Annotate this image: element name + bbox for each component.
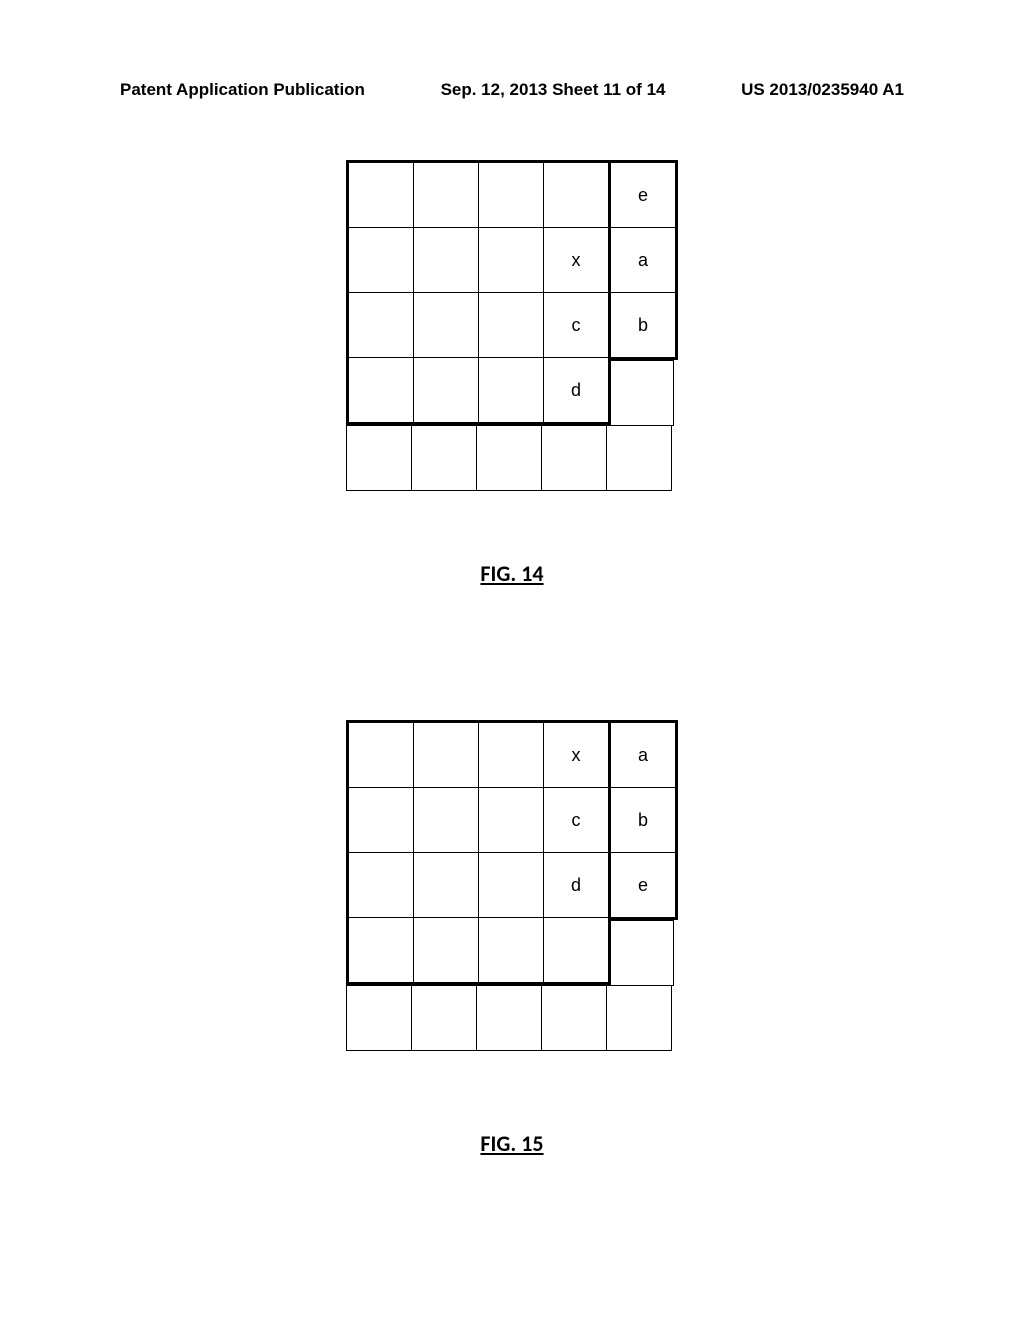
grid-cell xyxy=(479,853,544,918)
table-row: c xyxy=(348,293,610,358)
header-left: Patent Application Publication xyxy=(120,80,365,100)
header-right: US 2013/0235940 A1 xyxy=(741,80,904,100)
grid-cell xyxy=(412,426,477,491)
grid-cell: x xyxy=(544,722,610,788)
table-row: a xyxy=(610,722,677,788)
grid-cell xyxy=(414,228,479,293)
figure-15-right-extra xyxy=(608,920,674,986)
figure-15-right-grid: a b e xyxy=(608,720,678,920)
figure-15-label: FIG. 15 xyxy=(480,1130,543,1157)
grid-cell xyxy=(479,722,544,788)
table-row xyxy=(347,426,672,491)
figure-15: x c d xyxy=(346,720,678,1051)
grid-cell xyxy=(542,986,607,1051)
grid-cell xyxy=(348,918,414,984)
figure-14-right-block: e a b xyxy=(608,160,678,426)
table-row xyxy=(609,361,674,426)
figure-14-grid-wrapper: x c d e xyxy=(346,160,678,426)
table-row: b xyxy=(610,293,677,359)
grid-cell xyxy=(414,162,479,228)
table-row: e xyxy=(610,162,677,228)
table-row: d xyxy=(348,358,610,424)
grid-cell xyxy=(348,293,414,358)
grid-cell: d xyxy=(544,358,610,424)
figure-15-grid-wrapper: x c d xyxy=(346,720,678,986)
figure-15-bottom-row xyxy=(346,985,672,1051)
grid-cell xyxy=(609,361,674,426)
grid-cell xyxy=(479,788,544,853)
grid-cell xyxy=(477,986,542,1051)
figure-14-right-extra xyxy=(608,360,674,426)
table-row: c xyxy=(348,788,610,853)
grid-cell xyxy=(479,293,544,358)
header-center: Sep. 12, 2013 Sheet 11 of 14 xyxy=(441,80,666,100)
figure-14-left-block: x c d xyxy=(346,160,611,425)
grid-cell xyxy=(544,162,610,228)
grid-cell xyxy=(348,228,414,293)
grid-cell xyxy=(609,921,674,986)
grid-cell: a xyxy=(610,228,677,293)
figure-15-right-block: a b e xyxy=(608,720,678,986)
grid-cell xyxy=(348,162,414,228)
grid-cell: b xyxy=(610,788,677,853)
grid-cell xyxy=(479,358,544,424)
grid-cell xyxy=(479,228,544,293)
grid-cell xyxy=(348,358,414,424)
grid-cell: d xyxy=(544,853,610,918)
grid-cell xyxy=(348,853,414,918)
table-row: e xyxy=(610,853,677,919)
table-row xyxy=(347,986,672,1051)
grid-cell xyxy=(544,918,610,984)
grid-cell: x xyxy=(544,228,610,293)
grid-cell: e xyxy=(610,162,677,228)
grid-cell xyxy=(412,986,477,1051)
table-row: d xyxy=(348,853,610,918)
grid-cell xyxy=(479,918,544,984)
grid-cell xyxy=(414,722,479,788)
grid-cell xyxy=(347,426,412,491)
figure-14-bottom-row xyxy=(346,425,672,491)
grid-cell xyxy=(477,426,542,491)
table-row xyxy=(609,921,674,986)
grid-cell xyxy=(607,986,672,1051)
grid-cell xyxy=(607,426,672,491)
page-header: Patent Application Publication Sep. 12, … xyxy=(0,80,1024,100)
figure-14-label: FIG. 14 xyxy=(480,560,543,587)
grid-cell: c xyxy=(544,293,610,358)
table-row xyxy=(348,918,610,984)
table-row xyxy=(348,162,610,228)
grid-cell xyxy=(414,788,479,853)
table-row: x xyxy=(348,722,610,788)
grid-cell xyxy=(414,918,479,984)
grid-cell: a xyxy=(610,722,677,788)
grid-cell: e xyxy=(610,853,677,919)
grid-cell xyxy=(348,722,414,788)
table-row: x xyxy=(348,228,610,293)
table-row: b xyxy=(610,788,677,853)
figure-14-right-grid: e a b xyxy=(608,160,678,360)
grid-cell: b xyxy=(610,293,677,359)
figure-14-left-grid: x c d xyxy=(346,160,611,425)
grid-cell xyxy=(347,986,412,1051)
figure-14: x c d e xyxy=(346,160,678,491)
grid-cell xyxy=(414,853,479,918)
grid-cell xyxy=(479,162,544,228)
table-row: a xyxy=(610,228,677,293)
figure-15-left-grid: x c d xyxy=(346,720,611,985)
figure-15-left-block: x c d xyxy=(346,720,611,985)
grid-cell xyxy=(414,293,479,358)
grid-cell: c xyxy=(544,788,610,853)
grid-cell xyxy=(414,358,479,424)
grid-cell xyxy=(348,788,414,853)
grid-cell xyxy=(542,426,607,491)
